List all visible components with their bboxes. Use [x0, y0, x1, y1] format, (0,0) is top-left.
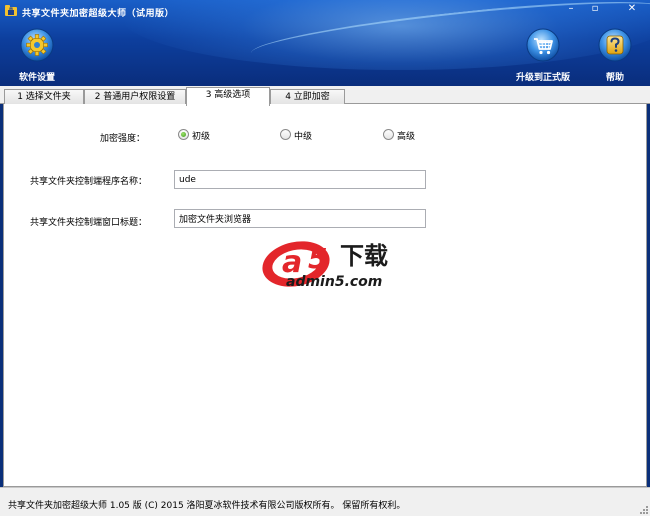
status-bar: 共享文件夹加密超级大师 1.05 版 (C) 2015 洛阳夏冰软件技术有限公司…	[0, 487, 650, 516]
watermark-logo: a 5 下载 admin5.com	[262, 241, 388, 290]
upgrade-label: 升级到正式版	[516, 73, 571, 83]
cart-icon	[526, 28, 560, 62]
strength-label: 加密强度：	[100, 134, 146, 144]
radio-dot	[280, 129, 291, 140]
window-title-input[interactable]	[174, 209, 426, 228]
close-button[interactable]: ✕	[622, 0, 642, 18]
help-button[interactable]: 帮助	[588, 28, 642, 83]
restore-button[interactable]: ▫	[586, 0, 604, 18]
tab-select-folder[interactable]: 1 选择文件夹	[4, 89, 84, 105]
question-icon	[598, 28, 632, 62]
gear-icon	[20, 28, 54, 62]
radio-dot	[383, 129, 394, 140]
tab-user-permissions[interactable]: 2 普通用户权限设置	[84, 89, 186, 105]
settings-label: 软件设置	[18, 73, 55, 83]
watermark-cn: 下载	[340, 242, 388, 270]
window-title: 共享文件夹加密超级大师（试用版）	[22, 9, 175, 19]
radio-label: 初级	[192, 132, 211, 142]
program-name-label: 共享文件夹控制端程序名称：	[30, 177, 148, 187]
resize-grip-icon[interactable]	[638, 504, 648, 514]
copyright-text: 共享文件夹加密超级大师 1.05 版 (C) 2015 洛阳夏冰软件技术有限公司…	[8, 501, 406, 511]
header-banner: 共享文件夹加密超级大师（试用版） – ▫ ✕ 软件设置 升级到正式版 帮助	[0, 0, 650, 86]
program-name-input[interactable]	[174, 170, 426, 189]
radio-label: 高级	[397, 132, 416, 142]
app-icon	[5, 5, 17, 16]
settings-button[interactable]: 软件设置	[10, 28, 64, 83]
tab-encrypt-now[interactable]: 4 立即加密	[270, 89, 345, 105]
help-label: 帮助	[605, 73, 624, 83]
title-bar[interactable]: 共享文件夹加密超级大师（试用版） – ▫ ✕	[0, 0, 650, 22]
watermark-5: 5	[308, 242, 327, 275]
minimize-button[interactable]: –	[562, 0, 580, 18]
watermark-url: admin5.com	[286, 274, 382, 290]
tab-advanced-options[interactable]: 3 高级选项	[186, 87, 270, 106]
upgrade-button[interactable]: 升级到正式版	[516, 28, 570, 83]
radio-dot	[178, 129, 189, 140]
window-title-label: 共享文件夹控制端窗口标题：	[30, 218, 148, 228]
radio-label: 中级	[294, 132, 313, 142]
